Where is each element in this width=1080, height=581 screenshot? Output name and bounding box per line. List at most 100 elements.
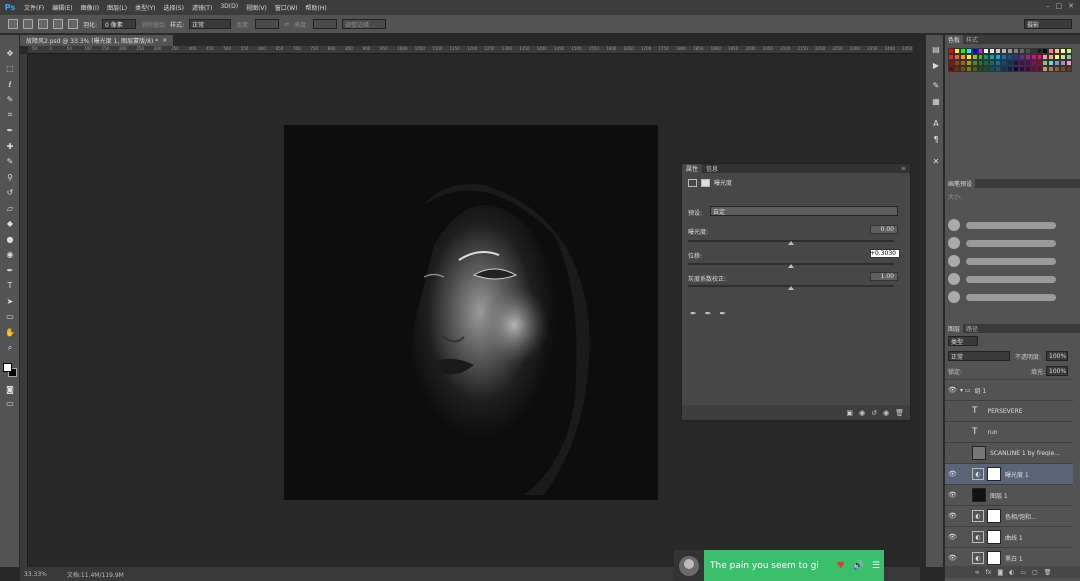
preset-select[interactable]: 自定 — [710, 206, 898, 216]
gamma-slider[interactable] — [688, 285, 894, 290]
offset-slider-handle[interactable] — [788, 264, 794, 268]
visibility-eye-icon[interactable]: 👁 — [945, 533, 960, 541]
offset-input[interactable]: +0.3030 — [870, 249, 900, 258]
eyedropper-icon[interactable]: ✒ — [3, 125, 17, 137]
zoom-tool-icon[interactable]: ⌕ — [3, 342, 17, 354]
brush-preset[interactable] — [948, 254, 1058, 268]
volume-icon[interactable]: 🔊 — [849, 561, 868, 571]
menu-item[interactable]: 图像(I) — [77, 3, 103, 12]
workspace-select[interactable]: 摄影 — [1024, 19, 1072, 29]
exposure-slider-handle[interactable] — [788, 241, 794, 245]
zoom-level[interactable]: 33.33% — [24, 571, 47, 578]
screen-mode-icon[interactable]: ▭ — [3, 397, 17, 409]
healing-brush-icon[interactable]: ✚ — [3, 140, 17, 152]
tab-layers[interactable]: 图层 — [945, 324, 964, 333]
menu-item[interactable]: 窗口(W) — [271, 3, 302, 12]
add-mask-icon[interactable]: ◙ — [997, 569, 1003, 576]
brush-preset[interactable] — [948, 218, 1058, 232]
menu-item[interactable]: 选择(S) — [159, 3, 188, 12]
tab-swatches[interactable]: 色板 — [945, 35, 964, 44]
move-tool-icon[interactable]: ✥ — [3, 47, 17, 59]
color-swatch[interactable] — [1066, 66, 1072, 72]
layer-row[interactable]: 👁 ◐ 曝光度 1 — [945, 463, 1073, 484]
layer-row[interactable]: 👁 图层 1 — [945, 484, 1073, 505]
paragraph-icon[interactable]: ¶ — [929, 133, 943, 145]
delete-icon[interactable]: 🗑 — [895, 409, 904, 417]
menu-item[interactable]: 类型(Y) — [131, 3, 159, 12]
menu-item[interactable]: 3D(D) — [216, 3, 242, 12]
layer-row[interactable]: 👁 ◐ 黑白 1 — [945, 547, 1073, 568]
layer-row[interactable]: T PERSEVERE — [945, 400, 1073, 421]
refine-edge-button[interactable]: 调整边缘... — [342, 19, 387, 29]
clone-stamp-icon[interactable]: ⚲ — [3, 171, 17, 183]
group-folder-icon[interactable]: ▾ ▭ — [960, 387, 971, 394]
playlist-icon[interactable]: ☰ — [868, 561, 884, 571]
brush-preset[interactable] — [948, 290, 1058, 304]
style-select[interactable]: 正常 — [189, 19, 232, 29]
clip-to-layer-icon[interactable]: ▣ — [846, 409, 853, 417]
black-eyedropper-icon[interactable]: ✒ — [690, 309, 697, 318]
tab-info[interactable]: 信息 — [702, 164, 722, 173]
history-brush-icon[interactable]: ↺ — [3, 187, 17, 199]
menu-item[interactable]: 视图(V) — [242, 3, 271, 12]
layer-thumbnail[interactable] — [972, 446, 986, 460]
new-group-icon[interactable]: ▭ — [1020, 569, 1026, 576]
layer-mask-icon[interactable] — [701, 178, 710, 187]
path-select-icon[interactable]: ➤ — [3, 295, 17, 307]
gamma-slider-handle[interactable] — [788, 286, 794, 290]
reset-icon[interactable]: ↺ — [871, 409, 877, 417]
new-layer-icon[interactable]: ▢ — [1032, 569, 1038, 576]
tab-properties[interactable]: 属性 — [682, 164, 703, 173]
brush-preset[interactable] — [948, 272, 1058, 286]
visibility-eye-icon[interactable]: 👁 — [945, 470, 960, 478]
visibility-eye-icon[interactable]: 👁 — [945, 386, 960, 394]
layer-thumbnail[interactable] — [972, 488, 986, 502]
blend-mode-select[interactable]: 正常 — [948, 351, 1010, 361]
exposure-input[interactable]: 0.00 — [870, 225, 898, 234]
layer-kind-filter[interactable]: 类型 — [948, 336, 978, 346]
lasso-tool-icon[interactable]: ℓ — [3, 78, 17, 90]
album-cover[interactable] — [674, 550, 704, 581]
type-tool-icon[interactable]: T — [3, 280, 17, 292]
layer-mask-thumbnail[interactable] — [987, 551, 1001, 565]
eraser-icon[interactable]: ▱ — [3, 202, 17, 214]
hand-tool-icon[interactable]: ✋ — [3, 326, 17, 338]
layer-mask-thumbnail[interactable] — [987, 509, 1001, 523]
add-selection-icon[interactable] — [38, 19, 48, 29]
view-previous-icon[interactable]: ◉ — [859, 409, 865, 417]
brush-icon[interactable]: ✎ — [929, 79, 943, 91]
offset-slider[interactable] — [688, 263, 894, 268]
layer-row[interactable]: 👁 ◐ 曲线 1 — [945, 526, 1073, 547]
opacity-input[interactable]: 100% — [1046, 351, 1068, 361]
layer-mask-thumbnail[interactable] — [987, 530, 1001, 544]
dodge-tool-icon[interactable]: ◉ — [3, 249, 17, 261]
antialias-checkbox[interactable]: 消除锯齿 — [141, 20, 165, 29]
tool-presets-icon[interactable]: ✕ — [929, 155, 943, 167]
pen-tool-icon[interactable]: ✒ — [3, 264, 17, 276]
gray-eyedropper-icon[interactable]: ✒ — [705, 309, 712, 318]
quick-mask-icon[interactable]: ◙ — [3, 383, 17, 395]
delete-layer-icon[interactable]: 🗑 — [1044, 569, 1052, 576]
tab-close-icon[interactable]: × — [162, 37, 167, 44]
paint-bucket-icon[interactable]: ◆ — [3, 218, 17, 230]
gamma-input[interactable]: 1.00 — [870, 272, 898, 281]
fill-input[interactable]: 100% — [1046, 366, 1068, 376]
layer-row[interactable]: Trun — [945, 421, 1073, 442]
layer-mask-thumbnail[interactable] — [987, 467, 1001, 481]
panel-menu-icon[interactable]: ≡ — [897, 165, 910, 172]
actions-icon[interactable]: ▶ — [929, 59, 943, 71]
tab-styles[interactable]: 样式 — [963, 35, 981, 44]
tab-paths[interactable]: 路径 — [963, 324, 981, 333]
menu-item[interactable]: 帮助(H) — [302, 3, 331, 12]
intersect-selection-icon[interactable] — [68, 19, 78, 29]
brush-tool-icon[interactable]: ✎ — [3, 156, 17, 168]
white-eyedropper-icon[interactable]: ✒ — [719, 309, 726, 318]
clone-source-icon[interactable]: ▦ — [929, 95, 943, 107]
layer-row[interactable]: SCANLINE 1 by freqie... — [945, 442, 1073, 463]
visibility-eye-icon[interactable]: 👁 — [945, 491, 960, 499]
blur-tool-icon[interactable]: ● — [3, 233, 17, 245]
layer-row[interactable]: 👁 ◐ 色相/饱和... — [945, 505, 1073, 526]
swap-icon[interactable]: ⇄ — [284, 21, 289, 28]
exposure-slider[interactable] — [688, 240, 894, 245]
shape-tool-icon[interactable]: ▭ — [3, 311, 17, 323]
